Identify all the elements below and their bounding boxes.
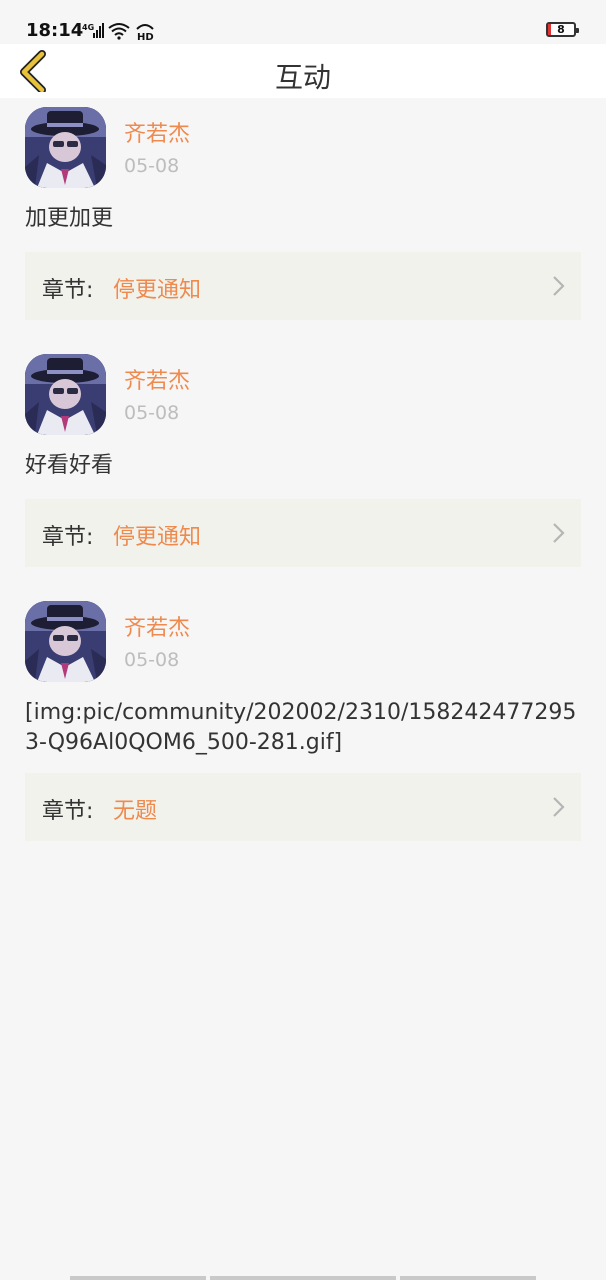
comment-author[interactable]: 齐若杰 (124, 610, 190, 642)
comment-date: 05-08 (124, 155, 180, 177)
chevron-right-icon (551, 275, 565, 301)
chapter-label: 章节: (42, 799, 94, 824)
chevron-right-icon (551, 522, 565, 548)
avatar[interactable] (25, 354, 106, 435)
comment-text: [img:pic/community/202002/2310/158242477… (25, 700, 577, 755)
battery-level: 8 (557, 23, 565, 36)
status-icons: 4G HD (82, 20, 156, 42)
nav-gesture-bar (400, 1276, 536, 1280)
chapter-label: 章节: (42, 278, 94, 303)
chapter-link[interactable]: 章节: 无题 (25, 773, 581, 841)
svg-text:4G: 4G (82, 23, 94, 32)
battery-icon: 8 (546, 22, 579, 37)
nav-gesture-bar (210, 1276, 396, 1280)
chapter-label: 章节: (42, 525, 94, 550)
nav-gesture-bar (70, 1276, 206, 1280)
comment-date: 05-08 (124, 402, 180, 424)
status-bar: 18:14 4G HD 8 (0, 0, 606, 44)
chevron-right-icon (551, 796, 565, 822)
avatar[interactable] (25, 601, 106, 682)
wifi-icon (108, 22, 130, 40)
comment-date: 05-08 (124, 649, 180, 671)
chapter-name: 无题 (113, 799, 158, 824)
comment-author[interactable]: 齐若杰 (124, 363, 190, 395)
chapter-name: 停更通知 (113, 525, 202, 550)
chapter-link[interactable]: 章节: 停更通知 (25, 499, 581, 567)
comment-text: 加更加更 (25, 206, 114, 231)
chapter-link[interactable]: 章节: 停更通知 (25, 252, 581, 320)
comment-author[interactable]: 齐若杰 (124, 116, 190, 148)
chapter-name: 停更通知 (113, 278, 202, 303)
avatar[interactable] (25, 107, 106, 188)
page-title: 互动 (274, 61, 331, 94)
hd-icon: HD (134, 21, 156, 41)
comment-text: 好看好看 (25, 453, 114, 478)
svg-text:HD: HD (137, 32, 154, 41)
signal-icon: 4G (82, 22, 104, 40)
status-time: 18:14 (26, 20, 84, 41)
nav-bar: 互动 (0, 44, 606, 98)
